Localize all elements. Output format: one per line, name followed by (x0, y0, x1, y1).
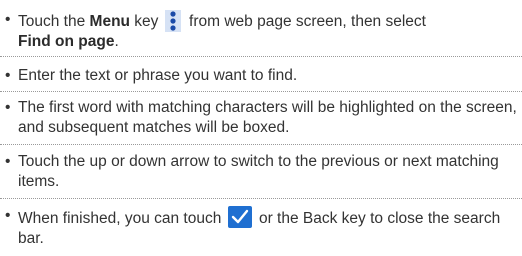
bullet: • (5, 153, 11, 170)
list-item: • Touch the up or down arrow to switch t… (4, 152, 518, 192)
item-text: Touch the up or down arrow to switch to … (18, 153, 499, 190)
list-item: • Enter the text or phrase you want to f… (4, 66, 518, 86)
bullet: • (5, 67, 11, 84)
item-text: The first word with matching characters … (18, 99, 517, 136)
bullet: • (5, 11, 11, 28)
divider (0, 144, 522, 145)
list-item: • The first word with matching character… (4, 98, 518, 138)
divider (0, 198, 522, 199)
item-text: When finished, you can touch or the Back… (18, 206, 500, 247)
divider (0, 91, 522, 92)
item-text: Enter the text or phrase you want to fin… (18, 67, 298, 84)
list-item: • When finished, you can touch or the Ba… (4, 206, 518, 249)
instruction-list: • Touch the Menu key from web page scree… (0, 0, 522, 256)
find-on-page-label: Find on page (18, 33, 115, 50)
bullet: • (5, 207, 11, 224)
list-item: • Touch the Menu key from web page scree… (4, 10, 518, 52)
checkmark-icon (227, 206, 252, 228)
menu-key-label: Menu (89, 13, 130, 30)
bullet: • (5, 99, 11, 116)
menu-dots-icon (164, 10, 181, 32)
item-text: Touch the Menu key from web page screen,… (18, 10, 426, 50)
divider (0, 56, 522, 57)
